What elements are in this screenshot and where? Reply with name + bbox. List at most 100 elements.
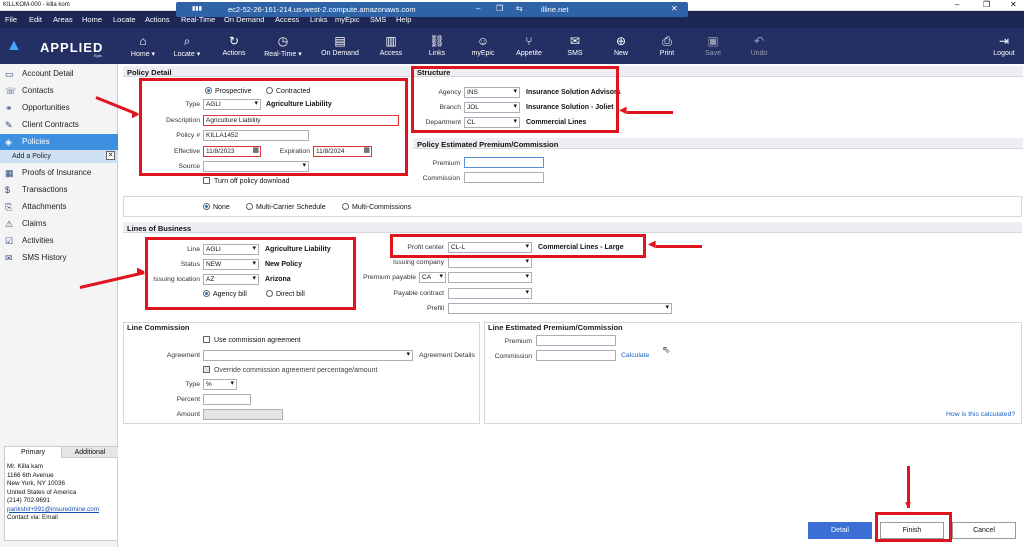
multi-commissions-radio[interactable]: Multi-Commissions <box>342 203 411 211</box>
commission-label: Commission <box>422 175 460 182</box>
payable-contract-label: Payable contract <box>393 290 444 297</box>
sidebar-item-label: Account Detail <box>22 69 74 78</box>
arrowhead-icon: ▶ <box>137 266 145 277</box>
applied-logo: ▲ APPLIED Epic <box>6 37 116 58</box>
tab-primary[interactable]: Primary <box>5 447 62 458</box>
appetite-icon: ⑂ <box>525 34 533 48</box>
none-radio[interactable]: None <box>203 203 230 211</box>
opportunities-icon: ⚭ <box>5 103 13 113</box>
remote-disconnect-icon[interactable]: ⇆ <box>516 4 523 13</box>
toolbar-links-button[interactable]: ⛓ Links <box>417 32 457 57</box>
commission-type-select[interactable]: % <box>203 379 237 390</box>
turn-off-download-checkbox[interactable]: Turn off policy download <box>203 177 290 185</box>
calculate-link[interactable]: Calculate <box>621 352 649 359</box>
use-commission-agreement-checkbox[interactable]: Use commission agreement <box>203 336 301 344</box>
line-commission-input[interactable] <box>536 350 616 361</box>
sidebar-item-account-detail[interactable]: ▭ Account Detail <box>0 66 118 82</box>
line-premium-input[interactable] <box>536 335 616 346</box>
remote-close-icon[interactable]: ✕ <box>671 4 678 13</box>
menu-file[interactable]: File <box>5 15 17 24</box>
sidebar-item-contacts[interactable]: ☏ Contacts <box>0 83 118 99</box>
amount-input[interactable] <box>203 409 283 420</box>
policy-premium-input[interactable] <box>464 157 544 168</box>
restore-icon[interactable]: ❐ <box>983 0 990 9</box>
toolbar-actions-button[interactable]: ↻ Actions <box>214 32 254 57</box>
toolbar-save-button[interactable]: ▣ Save <box>693 32 733 57</box>
multi-carrier-radio[interactable]: Multi-Carrier Schedule <box>246 203 326 211</box>
toolbar-logout-button[interactable]: ⇥ Logout <box>984 32 1024 57</box>
override-commission-checkbox[interactable]: Override commission agreement percentage… <box>203 366 377 374</box>
policy-commission-input[interactable] <box>464 172 544 183</box>
menu-home[interactable]: Home <box>82 15 102 24</box>
cancel-button[interactable]: Cancel <box>952 522 1016 539</box>
toolbar-new-button[interactable]: ⊕ New <box>601 32 641 57</box>
close-icon[interactable]: ✕ <box>1010 0 1017 9</box>
remote-session-bar: ▮▮▮ ec2-52-26-161-214.us-west-2.compute.… <box>176 2 688 17</box>
sidebar-item-label: Client Contracts <box>22 120 79 129</box>
toolbar-appetite-button[interactable]: ⑂ Appetite <box>509 32 549 57</box>
annotation-box-finish <box>875 512 952 542</box>
toolbar-realtime-button[interactable]: ◷ Real-Time ▾ <box>263 32 303 58</box>
toolbar-print-button[interactable]: ⎙ Print <box>647 32 687 57</box>
contact-details: Mr. Killa kam 1166 6th Avenue New York, … <box>7 463 99 523</box>
sidebar-item-client-contracts[interactable]: ✎ Client Contracts <box>0 117 118 133</box>
agreement-select[interactable] <box>203 350 413 361</box>
shield-icon: ◈ <box>5 137 12 147</box>
remote-restore-icon[interactable]: ❐ <box>496 4 503 13</box>
arrowhead-icon: ▼ <box>903 500 913 511</box>
toolbar-sms-button[interactable]: ✉ SMS <box>555 32 595 57</box>
issuing-company-select[interactable] <box>448 257 532 268</box>
contacts-icon: ☏ <box>5 86 17 96</box>
detail-button[interactable]: Detail <box>808 522 872 539</box>
toolbar-myepic-button[interactable]: ☺ myEpic <box>463 32 503 57</box>
toolbar-label: Actions <box>222 50 246 57</box>
prefill-select[interactable] <box>448 303 672 314</box>
undo-icon: ↶ <box>753 34 765 48</box>
sidebar-item-label: Activities <box>22 236 54 245</box>
sidebar-item-label: Policies <box>22 137 50 146</box>
sidebar-item-opportunities[interactable]: ⚭ Opportunities <box>0 100 118 116</box>
sidebar-item-add-policy[interactable]: Add a Policy ✕ <box>0 150 118 163</box>
sidebar-item-transactions[interactable]: $ Transactions <box>0 182 118 198</box>
home-icon: ⌂ <box>139 34 147 48</box>
menu-edit[interactable]: Edit <box>29 15 42 24</box>
remote-minimize-icon[interactable]: – <box>476 4 480 13</box>
sms-icon: ✉ <box>569 34 581 48</box>
premium-payable-select[interactable] <box>448 272 532 283</box>
toolbar-label: Locate ▾ <box>173 51 201 58</box>
toolbar-home-button[interactable]: ⌂ Home ▾ <box>123 32 163 58</box>
link-icon: ⛓ <box>429 34 445 48</box>
logout-icon: ⇥ <box>998 34 1010 48</box>
sidebar-item-policies[interactable]: ◈ Policies <box>0 134 118 150</box>
sidebar-item-activities[interactable]: ☑ Activities <box>0 233 118 249</box>
menu-locate[interactable]: Locate <box>113 15 136 24</box>
sidebar-item-label: SMS History <box>22 253 67 262</box>
payable-contract-select[interactable] <box>448 288 532 299</box>
toolbar-locate-button[interactable]: ⌕ Locate ▾ <box>167 32 207 58</box>
checkbox-label: Turn off policy download <box>214 178 290 185</box>
sidebar-item-proofs[interactable]: ▦ Proofs of Insurance <box>0 165 118 181</box>
menu-actions[interactable]: Actions <box>145 15 170 24</box>
sidebar-item-sms-history[interactable]: ✉ SMS History <box>0 250 118 266</box>
how-calculated-link[interactable]: How is this calculated? <box>946 411 1015 418</box>
toolbar-label: Real-Time ▾ <box>264 51 302 58</box>
sidebar-item-label: Claims <box>22 219 47 228</box>
print-icon: ⎙ <box>662 34 672 48</box>
mouse-cursor-icon: ⇖ <box>662 345 671 356</box>
minimize-icon[interactable]: – <box>955 0 959 9</box>
menu-areas[interactable]: Areas <box>53 15 73 24</box>
toolbar-undo-button[interactable]: ↶ Undo <box>739 32 779 57</box>
close-icon[interactable]: ✕ <box>106 151 115 160</box>
toolbar-access-button[interactable]: ▥ Access <box>371 32 411 57</box>
sms-icon: ✉ <box>5 253 13 263</box>
issuing-company-label: Issuing company <box>392 259 444 266</box>
contact-email-link[interactable]: parikshit+991@insuredmine.com <box>7 506 99 515</box>
percent-input[interactable] <box>203 394 251 405</box>
toolbar-ondemand-button[interactable]: ▤ On Demand <box>320 32 360 57</box>
premium-payable-type-select[interactable]: CA <box>419 272 446 283</box>
tab-additional[interactable]: Additional <box>62 447 118 458</box>
sidebar-item-claims[interactable]: ⚠ Claims <box>0 216 118 232</box>
sidebar-item-attachments[interactable]: ⎘ Attachments <box>0 199 118 215</box>
prefill-label: Prefill <box>427 305 444 312</box>
sidebar: ▭ Account Detail ☏ Contacts ⚭ Opportunities… <box>0 64 118 547</box>
